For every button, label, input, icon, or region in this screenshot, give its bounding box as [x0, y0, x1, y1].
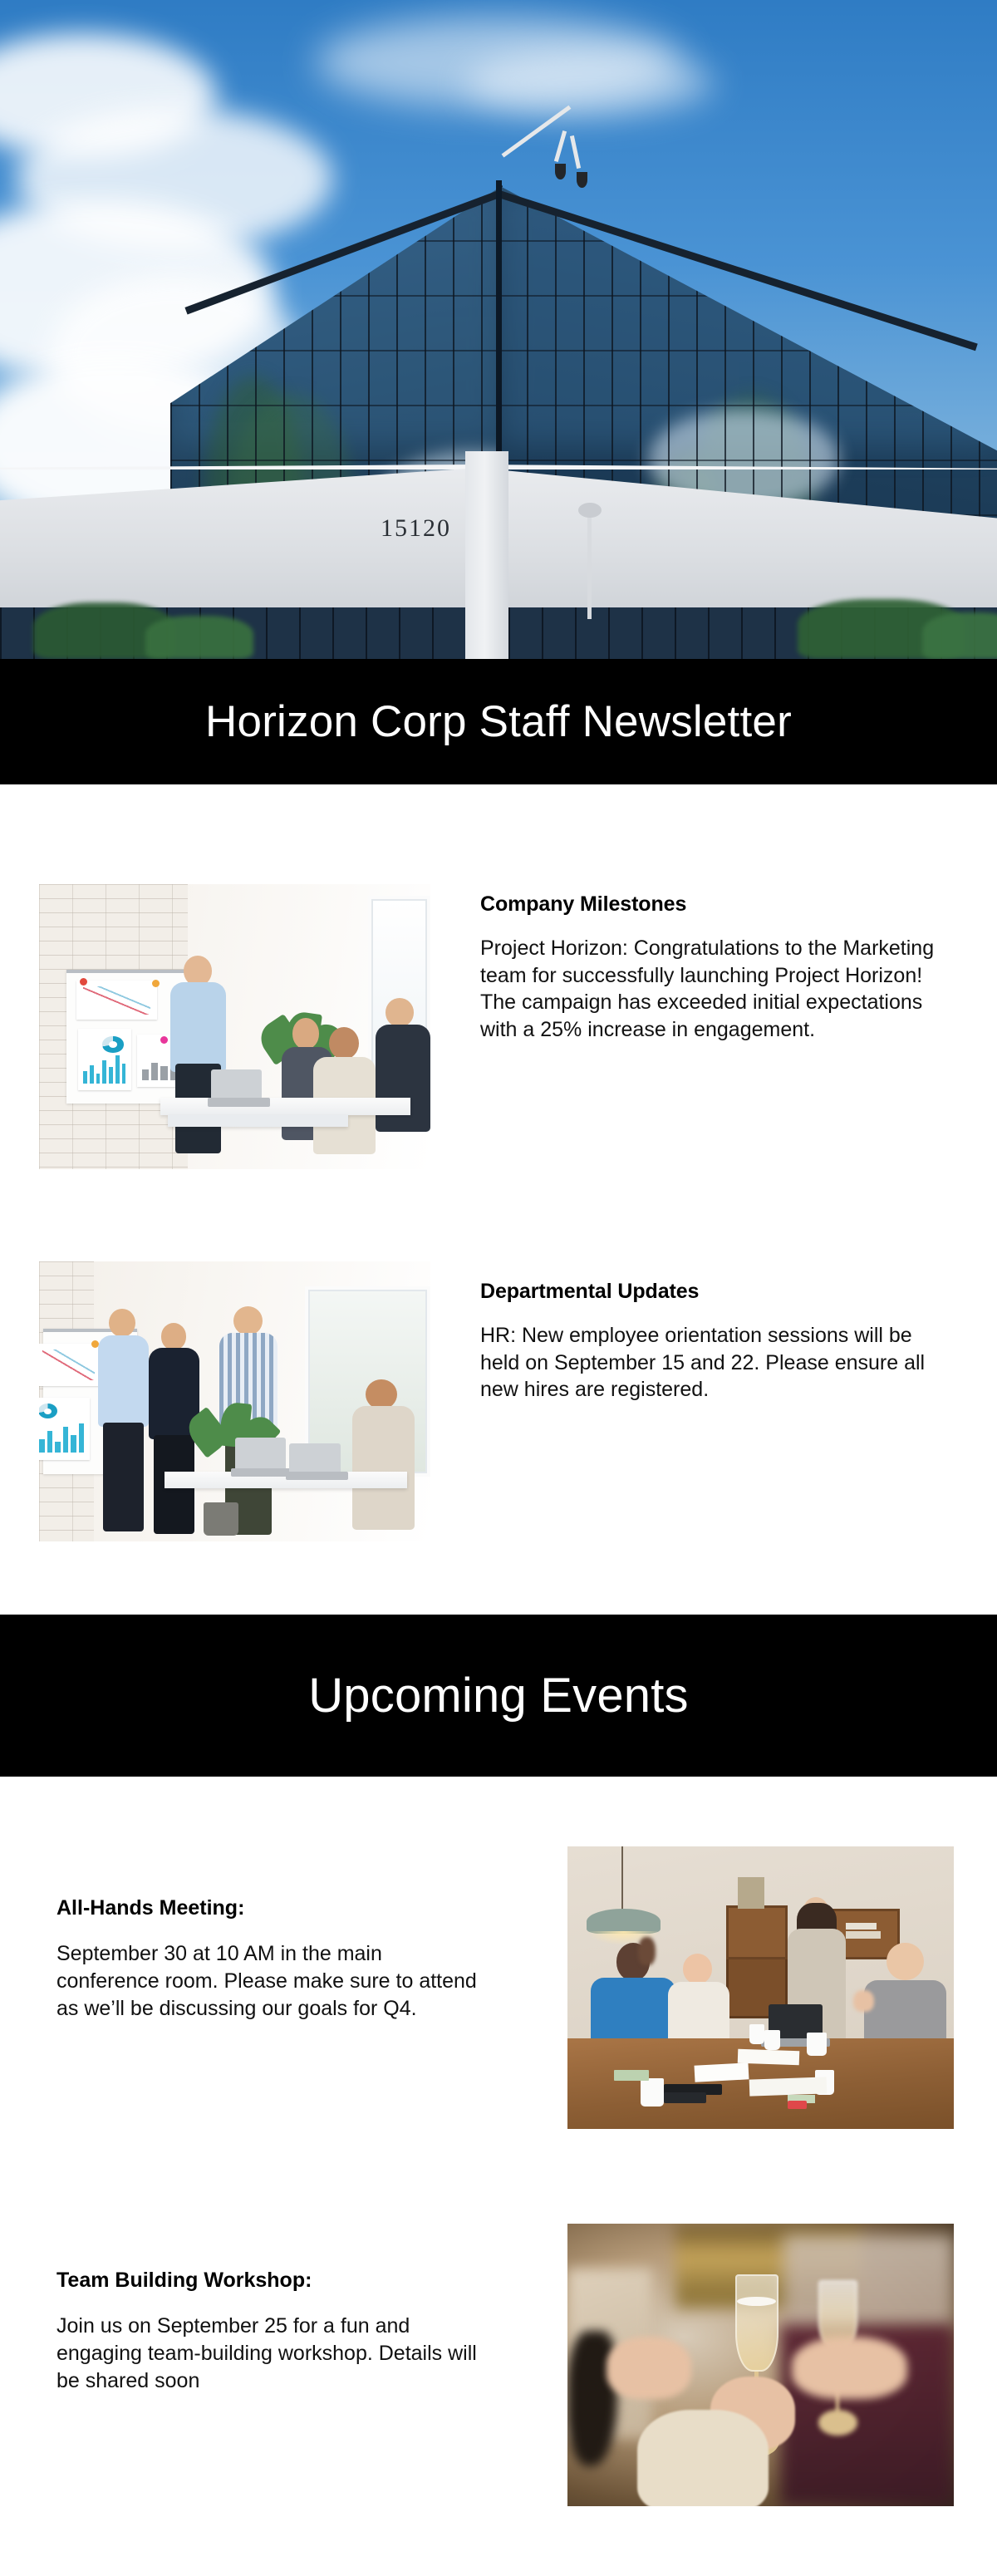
- person-standing: [97, 1309, 149, 1532]
- article-body: Project Horizon: Congratulations to the …: [480, 937, 935, 1041]
- coffee-cup: [749, 2024, 765, 2044]
- donut-chart-glyph: [39, 1404, 57, 1419]
- event-title: All-Hands Meeting:: [56, 1896, 245, 1920]
- event-image-team-building: [567, 2224, 954, 2506]
- event-text-team-building: Team Building Workshop: Join us on Septe…: [56, 2269, 489, 2395]
- paper-sheet: [694, 2062, 750, 2082]
- smartphone: [664, 2092, 707, 2104]
- plant-pot: [203, 1502, 239, 1536]
- paper-sheet: [737, 2048, 800, 2066]
- pendant-lamp-cord: [621, 1846, 624, 1915]
- bar-chart-glyph: [39, 1420, 85, 1453]
- line-chart-glyph: [83, 986, 151, 1015]
- line-chart-printout: [76, 981, 157, 1020]
- sticky-dot: [160, 1036, 168, 1045]
- shrub: [145, 616, 253, 659]
- lamppost-icon: [573, 503, 607, 619]
- coffee-cup: [641, 2077, 665, 2107]
- office-building: 15120: [0, 105, 997, 659]
- hand-holding-flute-far: [791, 2337, 908, 2399]
- paper-sheet: [749, 2077, 827, 2097]
- page-title: Horizon Corp Staff Newsletter: [205, 697, 792, 746]
- bar-chart-printout: [39, 1397, 91, 1460]
- article-text-departmental-updates: Departmental Updates HR: New employee or…: [480, 1280, 941, 1404]
- knit-sleeve: [636, 2410, 769, 2506]
- article-title: Departmental Updates: [480, 1280, 700, 1303]
- article-image-company-milestones: [39, 884, 430, 1169]
- newsletter-title-banner: Horizon Corp Staff Newsletter: [0, 659, 997, 784]
- line-chart-printout: [39, 1343, 100, 1386]
- building-address-number: 15120: [381, 514, 451, 542]
- laptop-screen: [234, 1438, 286, 1472]
- sticky-dot: [151, 979, 160, 987]
- desk-papers: [168, 1114, 349, 1127]
- background-hand: [606, 2337, 691, 2399]
- article-text-company-milestones: Company Milestones Project Horizon: Cong…: [480, 892, 941, 1043]
- cloud-shape: [465, 50, 715, 116]
- pendant-lamp-icon: [587, 1908, 661, 1934]
- sticky-dot: [79, 978, 87, 986]
- person-seated: [351, 1379, 415, 1531]
- event-body: September 30 at 10 AM in the main confer…: [56, 1942, 477, 2020]
- office-desk: [160, 1098, 411, 1115]
- laptop-base: [230, 1468, 294, 1477]
- book: [845, 1931, 881, 1939]
- roof-light-mast-icon: [569, 135, 582, 170]
- events-section-title: Upcoming Events: [308, 1669, 689, 1723]
- laptop-screen: [289, 1443, 341, 1475]
- facade-corner-column: [465, 451, 508, 659]
- book: [845, 1922, 877, 1930]
- marker-pen: [788, 2101, 808, 2110]
- coffee-cup: [764, 2030, 780, 2050]
- banknote: [613, 2069, 649, 2082]
- bar-chart-glyph: [83, 1051, 126, 1084]
- hero-image: 15120: [0, 0, 997, 659]
- shelf-compartment: [725, 1905, 788, 1959]
- blurred-background-sweater: [783, 2234, 954, 2332]
- article-body: HR: New employee orientation sessions wi…: [480, 1324, 926, 1401]
- shelf-box-item: [737, 1877, 765, 1909]
- line-chart-glyph: [42, 1349, 95, 1380]
- roof-lamp-icon: [577, 172, 587, 188]
- event-text-all-hands: All-Hands Meeting: September 30 at 10 AM…: [56, 1896, 489, 2023]
- coffee-cup: [807, 2033, 827, 2056]
- laptop-screen: [211, 1069, 263, 1101]
- article-image-departmental-updates: [39, 1261, 430, 1541]
- event-title: Team Building Workshop:: [56, 2269, 312, 2292]
- shrub: [922, 612, 997, 659]
- bar-chart-printout: [77, 1029, 131, 1091]
- article-title: Company Milestones: [480, 892, 687, 916]
- laptop-base: [285, 1471, 349, 1480]
- person-torso: [170, 982, 226, 1072]
- event-body: Join us on September 25 for a fun and en…: [56, 2314, 477, 2392]
- roof-light-mast-icon: [553, 130, 567, 162]
- upcoming-events-banner: Upcoming Events: [0, 1615, 997, 1777]
- person-seated: [312, 1026, 376, 1155]
- laptop-base: [207, 1098, 270, 1107]
- roof-lamp-icon: [555, 164, 566, 179]
- event-image-all-hands: [567, 1846, 954, 2129]
- donut-chart-glyph: [102, 1036, 124, 1053]
